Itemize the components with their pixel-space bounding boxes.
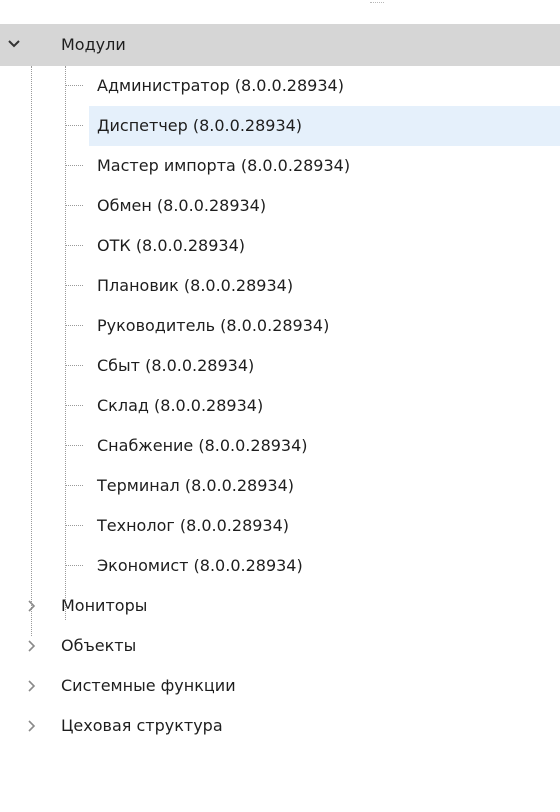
- tree-connector-branch: [65, 365, 83, 366]
- tree-group-label: Мониторы: [61, 596, 148, 615]
- tree-connector-branch: [65, 405, 83, 406]
- tree-connector-branch: [65, 205, 83, 206]
- tree-group-collapsed[interactable]: Мониторы: [0, 586, 560, 626]
- tree-connector-branch: [65, 565, 83, 566]
- tree-item-label: Обмен (8.0.0.28934): [97, 196, 267, 215]
- tree-group-label: Объекты: [61, 636, 137, 655]
- tree-item-label: ОТК (8.0.0.28934): [97, 236, 245, 255]
- chevron-right-icon[interactable]: [24, 638, 40, 654]
- tree-connector-branch: [65, 325, 83, 326]
- tree-item[interactable]: Руководитель (8.0.0.28934): [0, 306, 560, 346]
- tree-connector-branch: [65, 125, 83, 126]
- tree-item[interactable]: ОТК (8.0.0.28934): [0, 226, 560, 266]
- tree-item-label: Руководитель (8.0.0.28934): [97, 316, 330, 335]
- tree-group-label: Системные функции: [61, 676, 236, 695]
- tree-group-collapsed[interactable]: Цеховая структура: [0, 706, 560, 746]
- tree-item[interactable]: Экономист (8.0.0.28934): [0, 546, 560, 586]
- tree-group-collapsed[interactable]: Объекты: [0, 626, 560, 666]
- tree-group-modules[interactable]: Модули: [0, 24, 560, 66]
- tree-item[interactable]: Мастер импорта (8.0.0.28934): [0, 146, 560, 186]
- tree-item[interactable]: Технолог (8.0.0.28934): [0, 506, 560, 546]
- chevron-right-icon[interactable]: [24, 718, 40, 734]
- tree-item-label: Плановик (8.0.0.28934): [97, 276, 294, 295]
- tree-item[interactable]: Склад (8.0.0.28934): [0, 386, 560, 426]
- tree-connector-branch: [65, 525, 83, 526]
- tree-item-label: Сбыт (8.0.0.28934): [97, 356, 255, 375]
- tree-item[interactable]: Плановик (8.0.0.28934): [0, 266, 560, 306]
- tree-group-label: Цеховая структура: [61, 716, 223, 735]
- tree-connector-branch: [65, 85, 83, 86]
- tree-item-label: Снабжение (8.0.0.28934): [97, 436, 308, 455]
- tree-connector-branch: [65, 165, 83, 166]
- tree-group-collapsed[interactable]: Системные функции: [0, 666, 560, 706]
- tree-group-label: Модули: [61, 35, 126, 54]
- tree-item-label: Администратор (8.0.0.28934): [97, 76, 344, 95]
- modules-tree: Модули Администратор (8.0.0.28934) Диспет…: [0, 0, 560, 812]
- tree-item-label: Диспетчер (8.0.0.28934): [97, 116, 303, 135]
- tree-item[interactable]: Снабжение (8.0.0.28934): [0, 426, 560, 466]
- tree-item-label: Склад (8.0.0.28934): [97, 396, 264, 415]
- tree-connector-branch: [65, 485, 83, 486]
- tree-connector-branch: [65, 445, 83, 446]
- tree-connector-branch: [65, 285, 83, 286]
- chevron-right-icon[interactable]: [24, 598, 40, 614]
- tree-item-label: Экономист (8.0.0.28934): [97, 556, 303, 575]
- chevron-right-icon[interactable]: [24, 678, 40, 694]
- top-strip: [0, 0, 560, 24]
- tree-item-label: Терминал (8.0.0.28934): [97, 476, 294, 495]
- tree-item-label: Технолог (8.0.0.28934): [97, 516, 290, 535]
- tree-item-label: Мастер импорта (8.0.0.28934): [97, 156, 351, 175]
- tree-item[interactable]: Сбыт (8.0.0.28934): [0, 346, 560, 386]
- tree-connector-branch: [65, 245, 83, 246]
- tree-item[interactable]: Диспетчер (8.0.0.28934): [0, 106, 560, 146]
- chevron-down-icon[interactable]: [6, 36, 22, 52]
- tree-connector-top: [370, 2, 384, 7]
- tree-item[interactable]: Терминал (8.0.0.28934): [0, 466, 560, 506]
- tree-item[interactable]: Обмен (8.0.0.28934): [0, 186, 560, 226]
- tree-item[interactable]: Администратор (8.0.0.28934): [0, 66, 560, 106]
